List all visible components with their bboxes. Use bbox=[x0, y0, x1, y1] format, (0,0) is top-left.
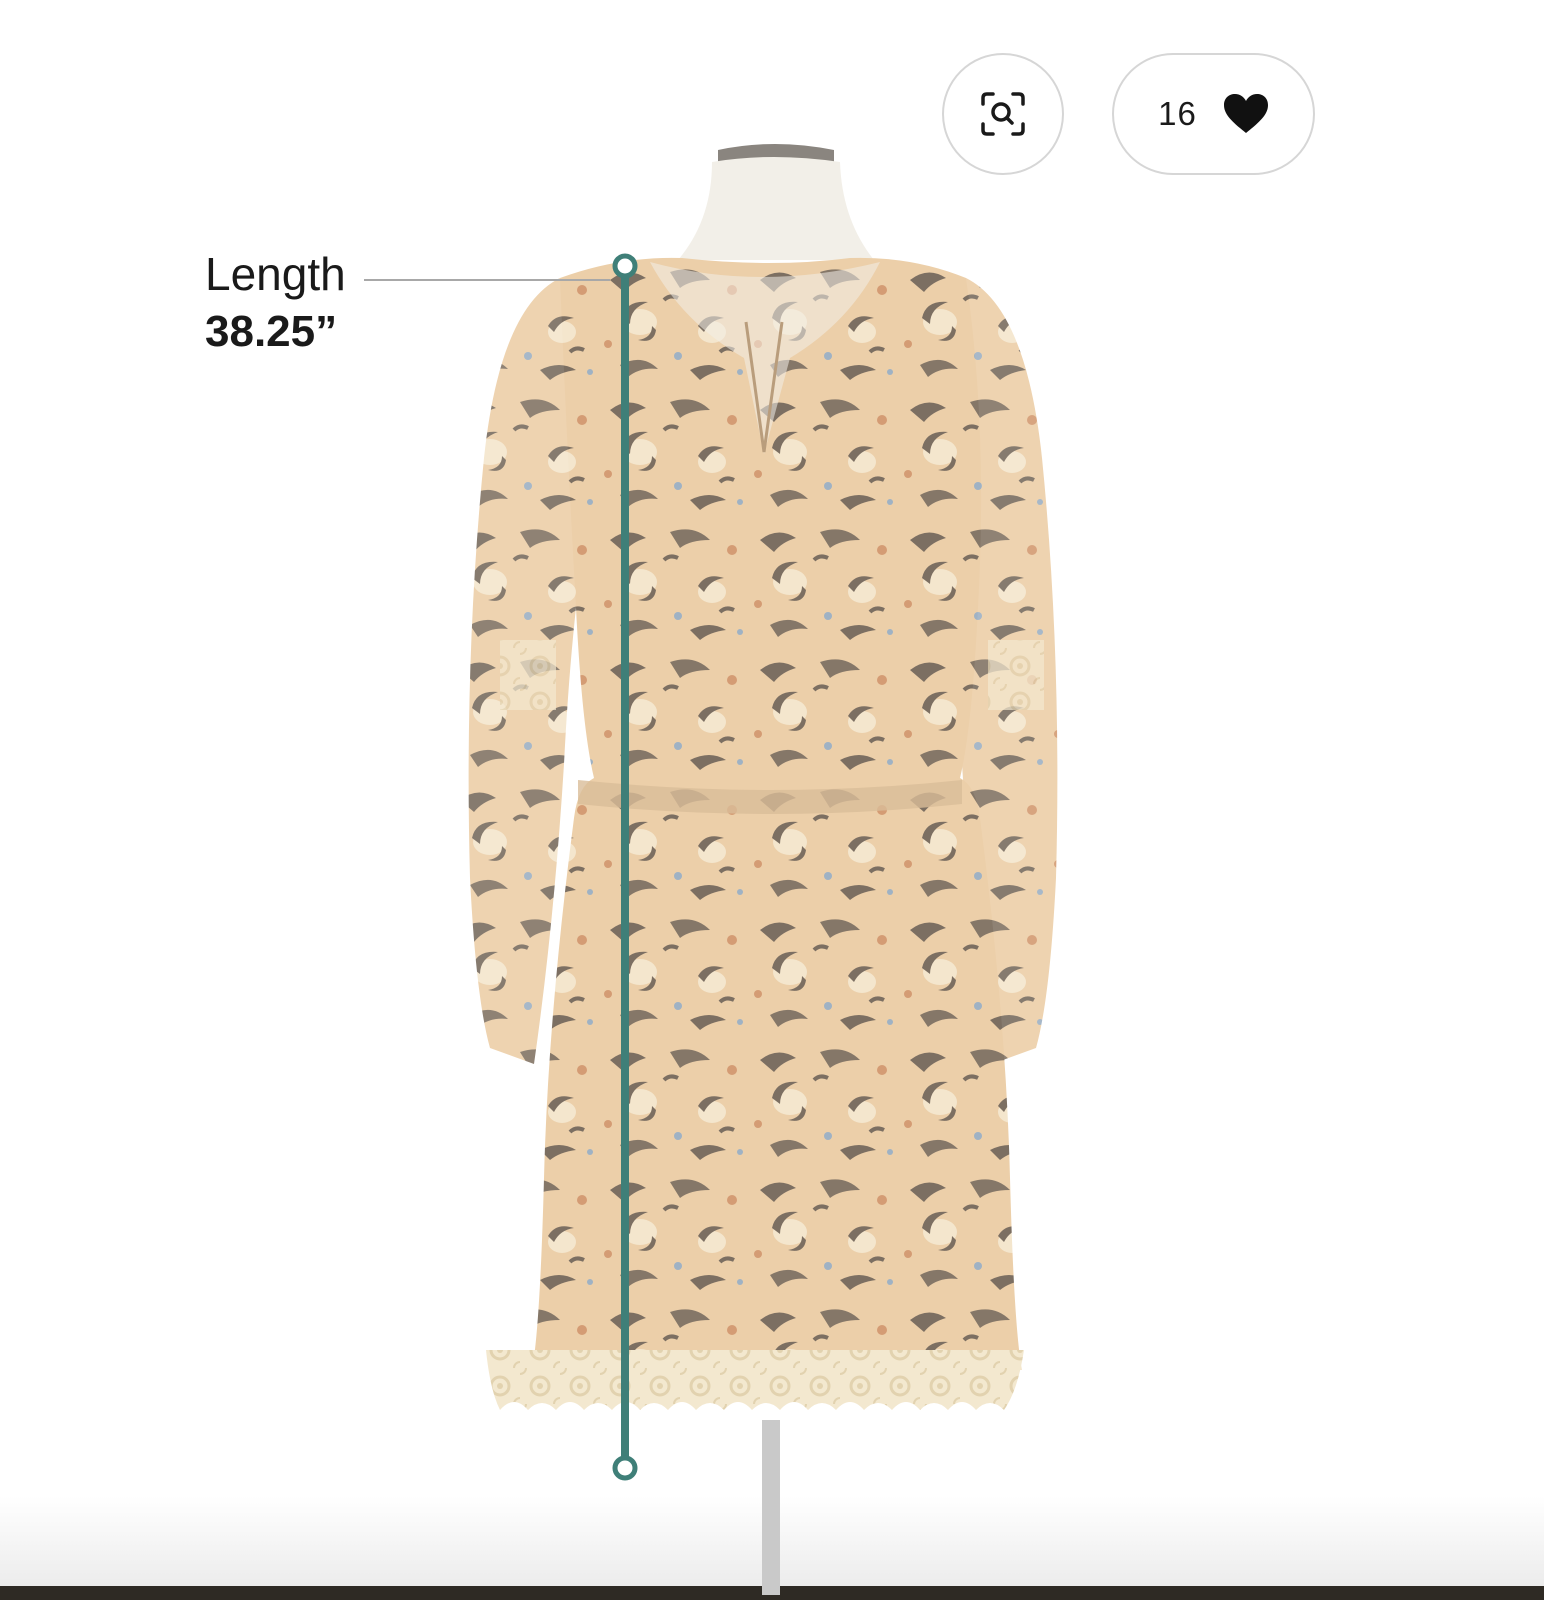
measurement-name: Length bbox=[205, 248, 346, 300]
favorite-count: 16 bbox=[1158, 95, 1197, 132]
product-photo bbox=[364, 144, 1058, 1595]
favorite-button[interactable]: 16 bbox=[1112, 53, 1315, 175]
lace-hem bbox=[486, 1350, 1024, 1410]
measure-end-marker bbox=[612, 1455, 638, 1481]
mannequin-stand bbox=[762, 1420, 780, 1595]
zoom-search-icon bbox=[981, 92, 1025, 136]
zoom-button[interactable] bbox=[942, 53, 1064, 175]
measure-start-marker bbox=[612, 253, 638, 279]
product-image-viewer: Length 38.25” 16 bbox=[0, 0, 1544, 1600]
measurement-label: Length 38.25” bbox=[205, 246, 346, 362]
heart-icon bbox=[1223, 94, 1268, 133]
mannequin-neck bbox=[678, 157, 874, 260]
measurement-value: 38.25” bbox=[205, 307, 338, 356]
